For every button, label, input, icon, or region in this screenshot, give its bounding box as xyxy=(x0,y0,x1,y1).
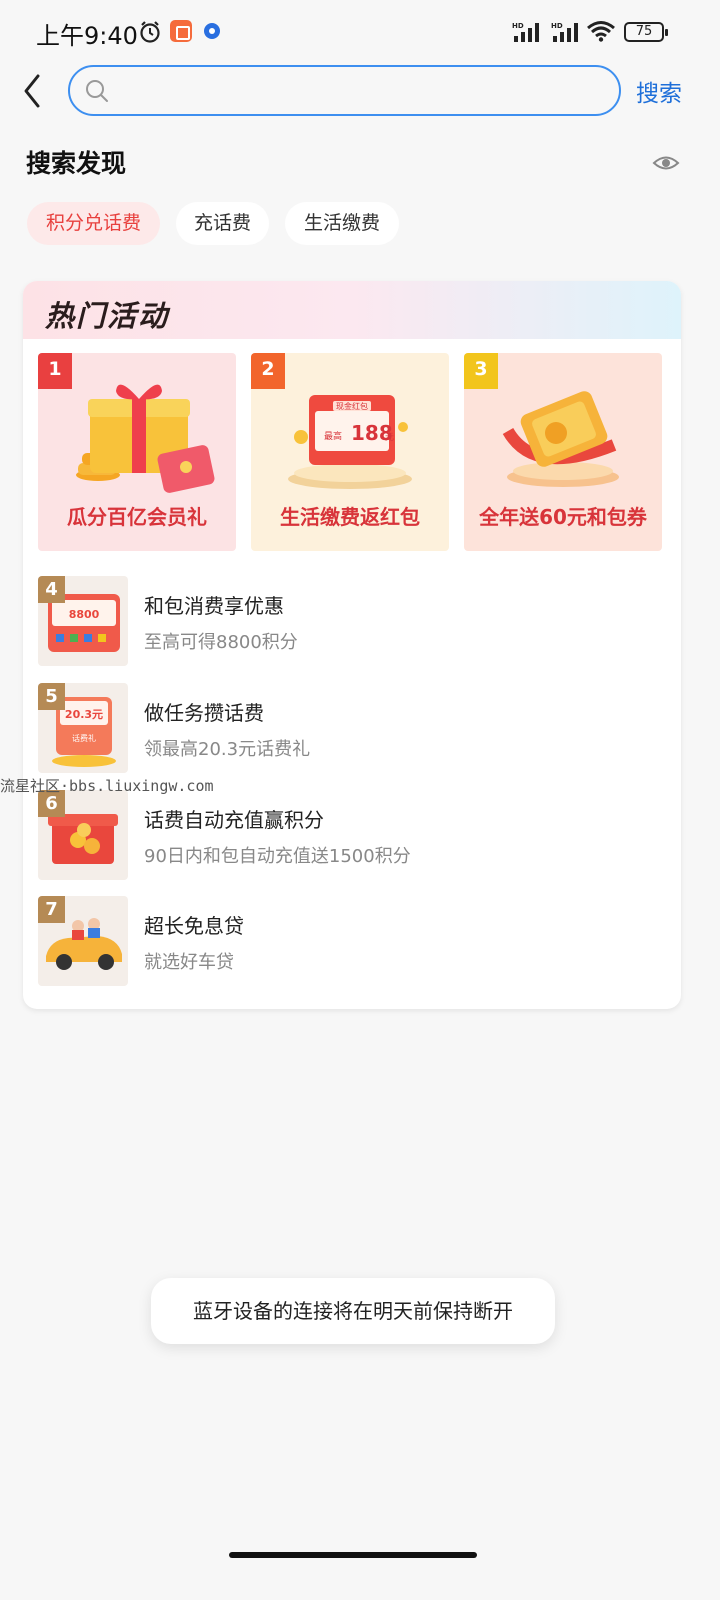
rank-badge: 1 xyxy=(38,353,72,389)
app-notification-icon xyxy=(170,20,192,42)
back-button[interactable] xyxy=(18,72,48,110)
chip-utilities[interactable]: 生活缴费 xyxy=(285,202,399,245)
list-item-subtitle: 就选好车贷 xyxy=(144,952,234,973)
eye-icon[interactable] xyxy=(652,152,680,174)
list-item-title: 和包消费享优惠 xyxy=(144,594,284,618)
signal-icon: HD xyxy=(512,22,539,42)
svg-text:HD: HD xyxy=(512,22,524,30)
list-item-subtitle: 90日内和包自动充值送1500积分 xyxy=(144,846,411,867)
list-thumbnail: 7 xyxy=(38,896,128,986)
status-bar: 上午9:40 HD HD 75 xyxy=(0,0,720,62)
wifi-icon xyxy=(587,21,615,42)
hot-tile-2[interactable]: 现金红包 最高 188 元 2 生活缴费返红包 xyxy=(251,353,449,551)
list-item-title: 做任务攒话费 xyxy=(144,701,264,725)
search-box[interactable] xyxy=(68,65,621,116)
toast-message: 蓝牙设备的连接将在明天前保持断开 xyxy=(151,1278,555,1344)
hot-tile-1[interactable]: 1 瓜分百亿会员礼 xyxy=(38,353,236,551)
alarm-icon xyxy=(140,21,160,43)
list-thumbnail: 8800 4 xyxy=(38,576,128,666)
list-item[interactable]: 6 话费自动充值赢积分 90日内和包自动充值送1500积分 xyxy=(38,790,658,880)
discover-title: 搜索发现 xyxy=(26,149,127,178)
rank-badge: 4 xyxy=(38,576,65,603)
list-item[interactable]: 8800 4 和包消费享优惠 至高可得8800积分 xyxy=(38,576,658,666)
hot-activities-title: 热门活动 xyxy=(45,299,170,333)
list-item[interactable]: 20.3元 话费礼 5 做任务攒话费 领最高20.3元话费礼 xyxy=(38,683,658,773)
hot-activities-header: 热门活动 xyxy=(23,281,681,339)
rank-badge: 5 xyxy=(38,683,65,710)
list-item[interactable]: 7 超长免息贷 就选好车贷 xyxy=(38,896,658,986)
tile-caption: 全年送60元和包券 xyxy=(479,505,647,529)
search-icon xyxy=(86,80,108,102)
rank-badge: 7 xyxy=(38,896,65,923)
voucher-amount-text: 8800 xyxy=(69,608,100,621)
list-thumbnail: 6 xyxy=(38,790,128,880)
thumb-sub-text: 话费礼 xyxy=(72,733,96,743)
home-indicator[interactable] xyxy=(229,1552,477,1558)
watermark: 流星社区·bbs.liuxingw.com xyxy=(0,777,214,795)
envelope-prefix-text: 最高 xyxy=(324,430,342,442)
list-item-title: 话费自动充值赢积分 xyxy=(144,808,324,832)
chip-top-up[interactable]: 充话费 xyxy=(176,202,269,245)
status-time: 上午9:40 xyxy=(36,22,138,50)
rank-badge: 2 xyxy=(251,353,285,389)
search-input[interactable] xyxy=(120,75,600,105)
thumb-amount-text: 20.3元 xyxy=(65,708,103,721)
hot-tile-3[interactable]: 3 全年送60元和包券 xyxy=(464,353,662,551)
rank-badge: 3 xyxy=(464,353,498,389)
list-item-subtitle: 领最高20.3元话费礼 xyxy=(144,739,311,760)
tile-caption: 瓜分百亿会员礼 xyxy=(67,505,207,529)
envelope-unit-text: 元 xyxy=(385,433,394,443)
battery-indicator: 75 xyxy=(624,22,668,42)
chip-points-to-phone-bill[interactable]: 积分兑话费 xyxy=(27,202,160,245)
list-item-subtitle: 至高可得8800积分 xyxy=(144,632,298,653)
signal-icon-2: HD xyxy=(551,22,578,42)
envelope-badge-text: 现金红包 xyxy=(336,401,368,411)
search-button[interactable]: 搜索 xyxy=(636,74,682,108)
app-notification-dot-icon xyxy=(204,23,220,39)
list-item-title: 超长免息贷 xyxy=(144,914,244,938)
list-thumbnail: 20.3元 话费礼 5 xyxy=(38,683,128,773)
hot-activities-card: 热门活动 1 瓜分百亿会员礼 现金红包 最高 188 元 2 生活缴费返红包 3… xyxy=(23,281,681,1009)
svg-text:HD: HD xyxy=(551,22,563,30)
tile-caption: 生活缴费返红包 xyxy=(280,505,420,529)
